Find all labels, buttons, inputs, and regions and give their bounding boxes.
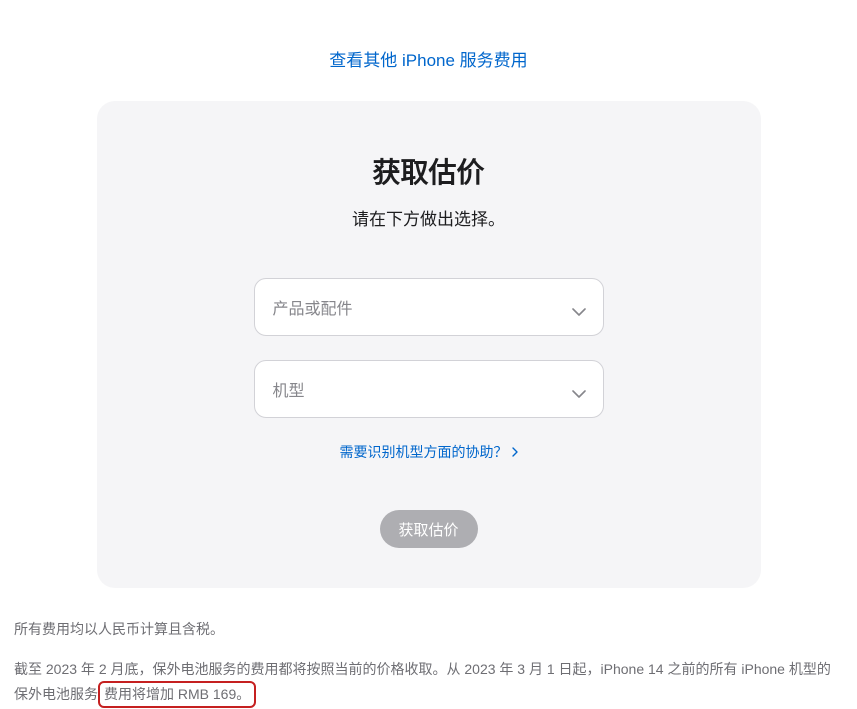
model-select-wrapper: 机型 bbox=[254, 360, 604, 418]
card-subtitle: 请在下方做出选择。 bbox=[137, 205, 721, 230]
model-select-placeholder: 机型 bbox=[273, 377, 305, 401]
footer-para-1: 所有费用均以人民币计算且含税。 bbox=[14, 618, 843, 640]
model-select[interactable]: 机型 bbox=[254, 360, 604, 418]
product-select[interactable]: 产品或配件 bbox=[254, 278, 604, 336]
identify-model-help-link[interactable]: 需要识别机型方面的协助？ bbox=[340, 442, 518, 462]
card-title: 获取估价 bbox=[137, 151, 721, 191]
estimate-card: 获取估价 请在下方做出选择。 产品或配件 机型 需要识别机型方面的协助？ bbox=[97, 101, 761, 588]
price-increase-highlight: 费用将增加 RMB 169。 bbox=[98, 681, 256, 708]
help-link-wrapper: 需要识别机型方面的协助？ bbox=[137, 442, 721, 462]
help-link-label: 需要识别机型方面的协助？ bbox=[340, 442, 508, 462]
top-link-wrapper: 查看其他 iPhone 服务费用 bbox=[10, 46, 847, 71]
chevron-right-icon bbox=[512, 444, 518, 460]
product-select-placeholder: 产品或配件 bbox=[273, 295, 353, 319]
footer-para-2: 截至 2023 年 2 月底，保外电池服务的费用都将按照当前的价格收取。从 20… bbox=[14, 658, 843, 708]
get-estimate-button[interactable]: 获取估价 bbox=[380, 510, 478, 548]
footer-text: 所有费用均以人民币计算且含税。 截至 2023 年 2 月底，保外电池服务的费用… bbox=[10, 618, 847, 708]
other-iphone-services-link[interactable]: 查看其他 iPhone 服务费用 bbox=[329, 51, 527, 70]
product-select-wrapper: 产品或配件 bbox=[254, 278, 604, 336]
